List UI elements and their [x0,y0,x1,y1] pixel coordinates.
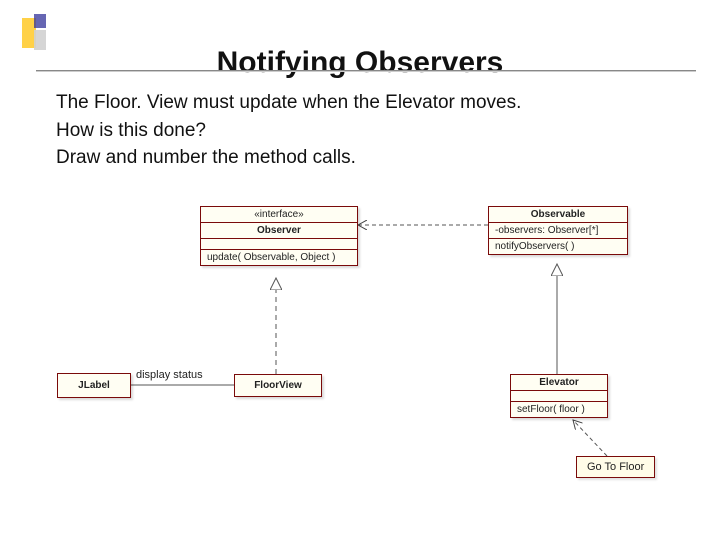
title-rule [36,70,696,72]
uml-floorview: FloorView [234,374,322,397]
elevator-name: Elevator [511,375,607,391]
observer-op: update( Observable, Object ) [201,250,357,265]
uml-elevator: Elevator setFloor( floor ) [510,374,608,418]
uml-observable: Observable -observers: Observer[*] notif… [488,206,628,255]
observer-stereotype: «interface» [201,207,357,223]
slide-title: Notifying Observers [0,46,720,80]
uml-jlabel: JLabel [57,373,131,398]
observer-attrs [201,239,357,250]
body-text: The Floor. View must update when the Ele… [56,90,521,173]
jlabel-name: JLabel [58,374,130,397]
uml-observer: «interface» Observer update( Observable,… [200,206,358,266]
observable-op: notifyObservers( ) [489,239,627,254]
body-line-3: Draw and number the method calls. [56,145,521,171]
elevator-op: setFloor( floor ) [511,402,607,417]
observable-name: Observable [489,207,627,223]
go-to-floor-button[interactable]: Go To Floor [576,456,655,478]
body-line-1: The Floor. View must update when the Ele… [56,90,521,116]
body-line-2: How is this done? [56,118,521,144]
observer-name: Observer [201,223,357,239]
observable-attr: -observers: Observer[*] [489,223,627,239]
elevator-attrs [511,391,607,402]
assoc-label-display-status: display status [136,369,203,381]
floorview-name: FloorView [235,375,321,396]
